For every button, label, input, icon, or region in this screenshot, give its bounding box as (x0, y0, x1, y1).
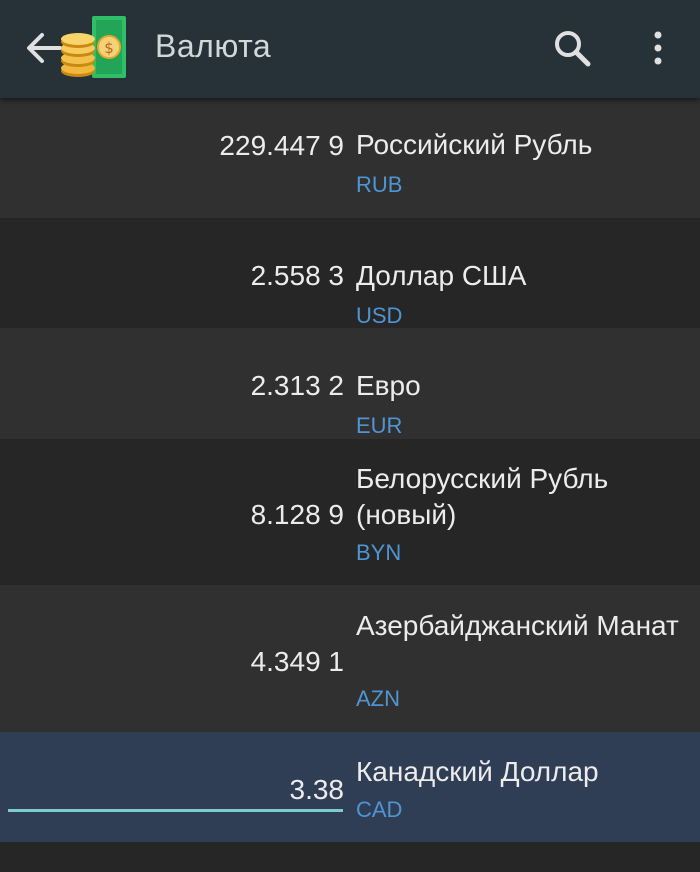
currency-row[interactable] (0, 842, 700, 872)
currency-code: RUB (356, 172, 403, 197)
currency-amount-input[interactable]: 3.38 (14, 774, 345, 806)
input-underline (8, 809, 343, 812)
currency-name: Доллар США (356, 260, 527, 291)
currency-name: Белорусский Рубль (новый) (356, 463, 609, 530)
currency-code: BYN (356, 540, 402, 565)
currency-list: 229.447 9 Российский Рубль RUB 2.558 3 Д… (0, 98, 700, 872)
currency-code: CAD (356, 797, 403, 822)
page-title: Валюта (155, 28, 272, 64)
coins-money-icon: $ (61, 16, 126, 78)
app-bar: $ Валюта (0, 0, 700, 98)
svg-text:$: $ (104, 39, 114, 57)
currency-row[interactable]: 2.313 2 Евро EUR (0, 328, 700, 439)
currency-amount[interactable]: 2.558 3 (14, 260, 344, 292)
currency-code: USD (356, 303, 403, 328)
currency-row[interactable]: 4.349 1 Азербайджанский Манат AZN (0, 585, 700, 732)
currency-row[interactable]: 2.558 3 Доллар США USD (0, 218, 700, 328)
currency-amount[interactable]: 8.128 9 (14, 499, 344, 531)
currency-name: Российский Рубль (356, 129, 593, 160)
currency-name: Евро (356, 370, 421, 401)
currency-amount[interactable]: 2.313 2 (14, 370, 344, 402)
currency-name: Канадский Доллар (356, 756, 599, 787)
search-icon[interactable] (550, 26, 594, 70)
currency-code: AZN (356, 686, 400, 711)
currency-name: Азербайджанский Манат (356, 610, 679, 641)
currency-amount[interactable]: 229.447 9 (14, 130, 344, 162)
currency-code: EUR (356, 413, 403, 438)
currency-row[interactable]: 229.447 9 Российский Рубль RUB (0, 98, 700, 218)
more-vert-icon[interactable] (638, 26, 678, 70)
currency-row-selected[interactable]: 3.38 Канадский Доллар CAD (0, 732, 700, 842)
currency-row[interactable]: 8.128 9 Белорусский Рубль (новый) BYN (0, 439, 700, 585)
currency-amount[interactable]: 4.349 1 (14, 646, 344, 678)
